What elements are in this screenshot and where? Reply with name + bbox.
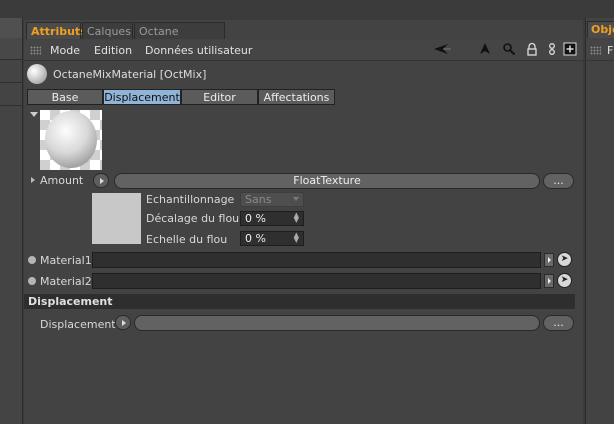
material1-pick-icon[interactable]: ➤ [557,252,572,267]
material2-link-field[interactable] [92,273,541,289]
material-thumbnail [27,64,47,84]
subtab-displacement[interactable]: Displacement [103,89,181,105]
material1-link-field[interactable] [92,252,541,268]
subtab-base[interactable]: Base [27,89,103,105]
blur-offset-label: Décalage du flou [146,212,240,225]
amount-menu-button[interactable] [93,173,109,188]
subtab-affectations[interactable]: Affectations [258,89,335,105]
preview-sphere [45,111,97,168]
tab-attributs[interactable]: Attributs [26,22,87,39]
left-panel-menubar [0,38,22,60]
sampling-label: Echantillonnage [146,193,235,206]
material2-keyframe-dot[interactable] [28,277,36,285]
collapse-icon[interactable] [30,112,38,117]
blur-offset-input[interactable]: 0 % ▲ ▼ [240,211,304,226]
material1-label: Material1 [40,254,92,267]
back-arrow-icon[interactable] [432,42,452,56]
left-panel-row [0,82,22,106]
new-window-icon[interactable] [563,42,577,56]
displacement-menu-button[interactable] [115,315,131,330]
grip-icon[interactable] [590,46,601,55]
objects-menu-item[interactable]: F [607,44,613,57]
sampling-value: Sans [245,193,272,206]
search-icon[interactable] [502,42,516,56]
blur-scale-input[interactable]: 0 % ▲ ▼ [240,231,304,246]
stepper-icon[interactable]: ▲ ▼ [294,212,299,224]
material2-label: Material2 [40,275,92,288]
tab-octane-settings[interactable]: Octane Settings [134,22,225,55]
blur-scale-label: Echelle du flou [146,233,228,246]
objects-menubar: F [586,40,614,61]
texture-swatch [92,193,141,244]
section-header: Displacement [24,294,575,309]
objects-panel: Obje F [585,18,614,424]
menu-mode[interactable]: Mode [50,44,80,57]
menu-edition[interactable]: Edition [94,44,132,57]
grip-icon[interactable] [30,46,41,55]
displacement-shader-field[interactable] [134,315,540,331]
link-icon[interactable] [545,42,559,56]
expand-icon[interactable] [31,177,35,183]
menu-donnees-utilisateur[interactable]: Données utilisateur [145,44,252,57]
up-arrow-icon[interactable] [478,42,492,56]
left-panel-tab[interactable] [0,18,22,39]
amount-label: Amount [40,174,84,187]
subtab-editor[interactable]: Editor [181,89,258,105]
material-title: OctaneMixMaterial [OctMix] [53,68,207,81]
sampling-select[interactable]: Sans [240,192,304,207]
tab-objets-label: Obje [591,23,614,36]
displacement-label: Displacement [40,318,116,331]
amount-texture-button[interactable]: FloatTexture [114,173,540,189]
amount-more-button[interactable]: ... [543,173,574,189]
material2-menu-button[interactable] [544,274,554,288]
material1-keyframe-dot[interactable] [28,256,36,264]
blur-scale-value: 0 % [245,232,266,245]
left-panel-strip [0,18,23,424]
displacement-more-button[interactable]: ... [543,315,574,331]
blur-offset-value: 0 % [245,212,266,225]
material2-pick-icon[interactable]: ➤ [557,273,572,288]
section-title: Displacement [28,295,113,308]
lock-icon[interactable] [525,42,539,56]
tab-objets[interactable]: Obje [587,21,614,38]
material1-menu-button[interactable] [544,253,554,267]
chevron-down-icon [293,197,299,201]
stepper-icon[interactable]: ▲ ▼ [294,232,299,244]
tab-calques[interactable]: Calques [82,22,133,39]
